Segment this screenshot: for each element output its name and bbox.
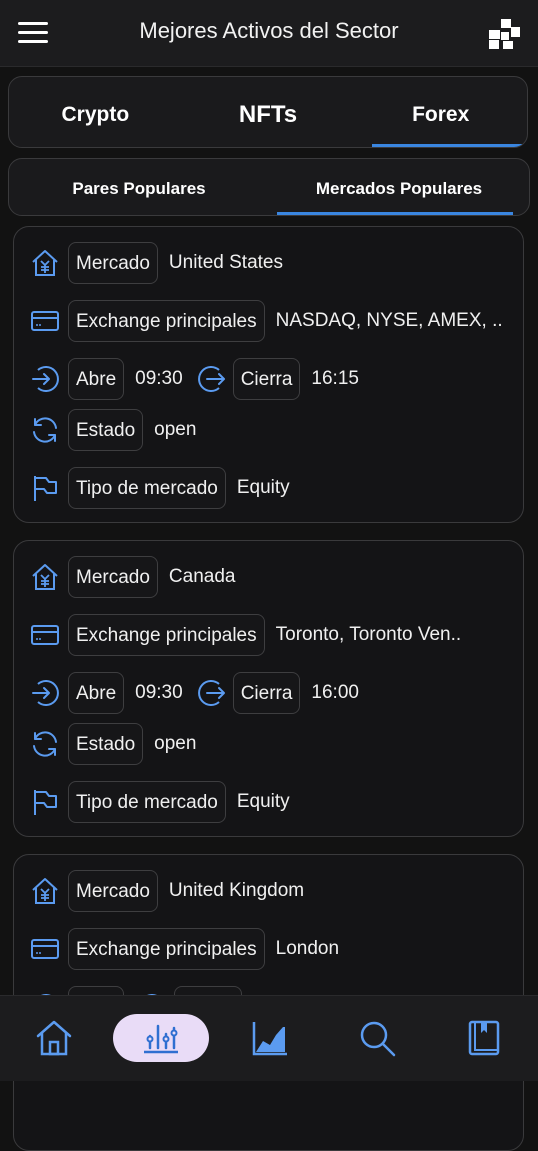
market-type-value: Equity <box>236 791 290 812</box>
status-value: open <box>154 733 197 754</box>
active-subtab-indicator <box>277 212 513 215</box>
tab-popular-pairs[interactable]: Pares Populares <box>9 159 269 215</box>
market-card[interactable]: Mercado United States Exchange principale… <box>13 226 524 523</box>
market-value: Canada <box>168 566 236 587</box>
status-label: Estado <box>68 409 144 451</box>
refresh-icon <box>30 415 60 445</box>
flag-icon <box>30 473 60 503</box>
logout-icon <box>197 364 227 394</box>
closes-value: 16:00 <box>311 682 359 703</box>
market-type-label: Tipo de mercado <box>68 781 226 823</box>
exchanges-label: Exchange principales <box>68 300 265 342</box>
market-label: Mercado <box>68 870 158 912</box>
opens-value: 09:30 <box>135 368 183 389</box>
exchanges-value: NASDAQ, NYSE, AMEX, .. <box>275 310 503 331</box>
bottom-navigation <box>0 995 538 1081</box>
home-icon[interactable] <box>34 1018 74 1058</box>
market-label: Mercado <box>68 242 158 284</box>
exchanges-value: London <box>275 938 340 959</box>
closes-value: 16:15 <box>311 368 359 389</box>
category-tabs: Crypto NFTs Forex <box>8 76 528 148</box>
opens-label: Abre <box>68 672 125 714</box>
opens-value: 09:30 <box>135 682 183 703</box>
login-icon <box>30 678 60 708</box>
tab-popular-markets[interactable]: Mercados Populares <box>269 159 529 215</box>
status-label: Estado <box>68 723 144 765</box>
grid-icon[interactable] <box>487 17 521 51</box>
refresh-icon <box>30 729 60 759</box>
tab-forex[interactable]: Forex <box>354 77 527 147</box>
subtab-label: Mercados Populares <box>315 179 483 198</box>
closes-label: Cierra <box>232 358 301 400</box>
exchanges-label: Exchange principales <box>68 928 265 970</box>
page-title: Mejores Activos del Sector <box>139 18 399 43</box>
exchanges-label: Exchange principales <box>68 614 265 656</box>
market-icon <box>30 562 60 592</box>
tab-label: NFTs <box>238 101 298 128</box>
tab-label: Crypto <box>61 103 130 126</box>
top-app-bar: Mejores Activos del Sector <box>0 0 538 67</box>
market-card[interactable]: Mercado Canada Exchange principales Toront… <box>13 540 524 837</box>
closes-label: Cierra <box>232 672 301 714</box>
card-icon <box>30 306 60 336</box>
tab-nfts[interactable]: NFTs <box>182 77 355 147</box>
sub-tabs: Pares Populares Mercados Populares <box>8 158 530 216</box>
card-icon <box>30 620 60 650</box>
market-type-label: Tipo de mercado <box>68 467 226 509</box>
opens-label: Abre <box>68 358 125 400</box>
login-icon <box>30 364 60 394</box>
flag-icon <box>30 787 60 817</box>
market-label: Mercado <box>68 556 158 598</box>
search-icon[interactable] <box>357 1018 397 1058</box>
status-value: open <box>154 419 197 440</box>
tab-label: Forex <box>412 103 470 126</box>
market-value: United States <box>168 252 283 273</box>
card-icon <box>30 934 60 964</box>
market-value: United Kingdom <box>168 880 305 901</box>
market-icon <box>30 876 60 906</box>
active-tab-indicator <box>372 144 527 147</box>
tab-crypto[interactable]: Crypto <box>9 77 182 147</box>
stats-icon[interactable] <box>141 1018 181 1058</box>
market-type-value: Equity <box>236 477 290 498</box>
subtab-label: Pares Populares <box>72 179 206 198</box>
exchanges-value: Toronto, Toronto Ven.. <box>275 624 462 645</box>
market-icon <box>30 248 60 278</box>
book-icon[interactable] <box>464 1018 504 1058</box>
logout-icon <box>197 678 227 708</box>
area-chart-icon[interactable] <box>250 1018 290 1058</box>
